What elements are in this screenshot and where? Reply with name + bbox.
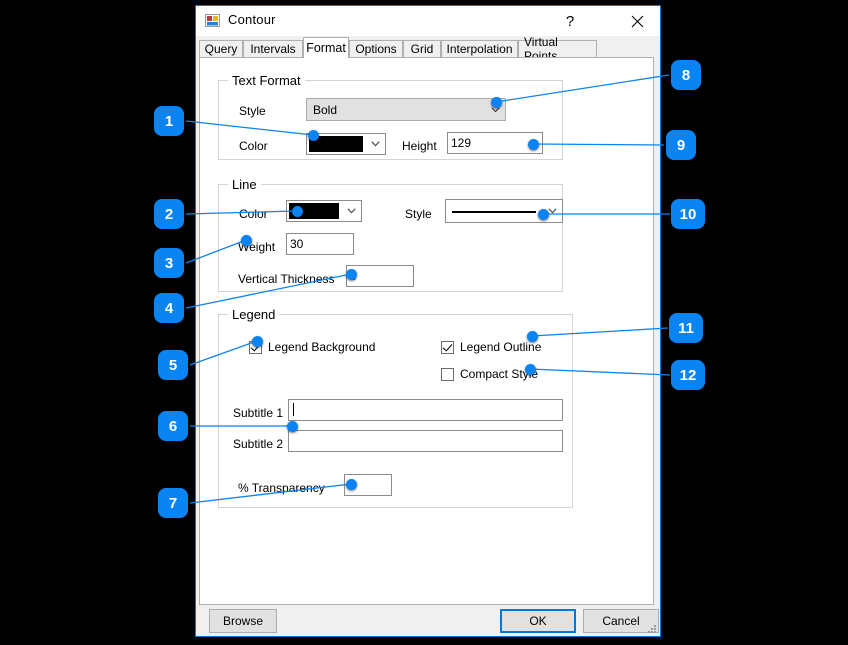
help-button[interactable]: ?: [548, 6, 592, 36]
legend-group-title: Legend: [228, 307, 279, 322]
text-caret: [293, 403, 294, 416]
annotation-badge-2: 2: [154, 199, 184, 229]
annotation-badge-1: 1: [154, 106, 184, 136]
checkbox-box: [249, 341, 262, 354]
vertical-thickness-label: Vertical Thickness: [238, 272, 335, 286]
compact-style-label: Compact Style: [460, 367, 538, 381]
line-group: Line Color Style Weight 30 V: [218, 184, 563, 292]
annotation-badge-7: 7: [158, 488, 188, 518]
text-color-swatch: [309, 136, 363, 152]
chevron-down-icon: [347, 208, 356, 214]
window-title: Contour: [228, 12, 276, 27]
tab-interpolation[interactable]: Interpolation: [441, 40, 518, 57]
tab-format[interactable]: Format: [303, 37, 349, 58]
line-style-sample: [452, 211, 536, 213]
tab-options[interactable]: Options: [349, 40, 403, 57]
resize-grip[interactable]: [645, 621, 657, 633]
transparency-label: % Transparency: [238, 481, 325, 495]
format-tab-page: Text Format Style Bold Color Height 12: [199, 57, 654, 605]
ok-button[interactable]: OK: [500, 609, 576, 633]
annotation-badge-12: 12: [671, 360, 705, 390]
checkbox-box: [441, 368, 454, 381]
annotation-badge-3: 3: [154, 248, 184, 278]
line-weight-input[interactable]: 30: [286, 233, 354, 255]
browse-button[interactable]: Browse: [209, 609, 277, 633]
line-color-label: Color: [239, 207, 268, 221]
text-height-label: Height: [402, 139, 437, 153]
text-format-group: Text Format Style Bold Color Height 12: [218, 80, 563, 160]
text-color-label: Color: [239, 139, 268, 153]
legend-group: Legend Legend Background Legend Outline …: [218, 314, 573, 508]
line-style-combo[interactable]: [445, 199, 563, 223]
annotation-badge-6: 6: [158, 411, 188, 441]
chevron-down-icon: [371, 141, 380, 147]
annotation-badge-8: 8: [671, 60, 701, 90]
annotation-badge-10: 10: [671, 199, 705, 229]
screen: Contour ? Query Intervals Format Options…: [0, 0, 848, 645]
text-color-combo[interactable]: [306, 133, 386, 155]
annotation-badge-5: 5: [158, 350, 188, 380]
subtitle1-label: Subtitle 1: [233, 406, 283, 420]
tab-grid[interactable]: Grid: [403, 40, 441, 57]
subtitle2-label: Subtitle 2: [233, 437, 283, 451]
legend-outline-checkbox[interactable]: Legend Outline: [441, 340, 541, 354]
contour-dialog: Contour ? Query Intervals Format Options…: [195, 5, 661, 637]
text-style-label: Style: [239, 104, 266, 118]
compact-style-checkbox[interactable]: Compact Style: [441, 367, 538, 381]
legend-background-label: Legend Background: [268, 340, 375, 354]
text-style-combo[interactable]: Bold: [306, 98, 506, 121]
subtitle2-input[interactable]: [288, 430, 563, 452]
line-color-swatch: [289, 203, 339, 219]
annotation-badge-4: 4: [154, 293, 184, 323]
checkbox-box: [441, 341, 454, 354]
form-icon: [205, 13, 221, 29]
text-style-value: Bold: [313, 103, 337, 117]
legend-background-checkbox[interactable]: Legend Background: [249, 340, 375, 354]
tab-intervals[interactable]: Intervals: [243, 40, 303, 57]
tab-virtual-points[interactable]: Virtual Points: [518, 40, 597, 57]
legend-outline-label: Legend Outline: [460, 340, 541, 354]
subtitle1-input[interactable]: [288, 399, 563, 421]
title-bar: Contour ?: [196, 6, 660, 36]
transparency-input[interactable]: 0: [344, 474, 392, 496]
line-group-title: Line: [228, 177, 261, 192]
chevron-down-icon: [491, 107, 500, 113]
text-height-input[interactable]: 129: [447, 132, 543, 154]
line-weight-label: Weight: [238, 240, 275, 254]
line-color-combo[interactable]: [286, 200, 362, 222]
tab-query[interactable]: Query: [199, 40, 243, 57]
text-format-group-title: Text Format: [228, 73, 305, 88]
annotation-badge-11: 11: [669, 313, 703, 343]
vertical-thickness-input[interactable]: 0: [346, 265, 414, 287]
tab-strip: Query Intervals Format Options Grid Inte…: [199, 37, 659, 57]
annotation-badge-9: 9: [666, 130, 696, 160]
close-icon[interactable]: [614, 6, 660, 36]
chevron-down-icon: [548, 208, 557, 214]
line-style-label: Style: [405, 207, 432, 221]
